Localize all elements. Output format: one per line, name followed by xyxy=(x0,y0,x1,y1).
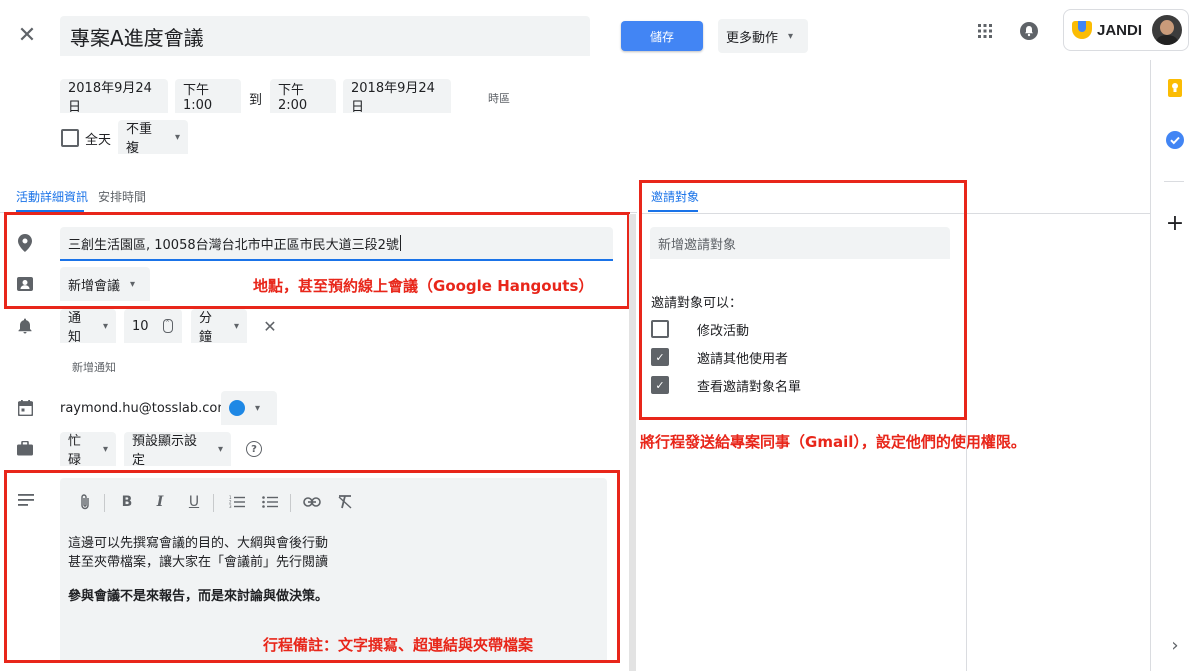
end-time-field[interactable]: 下午2:00 xyxy=(270,79,336,113)
chevron-right-icon[interactable]: › xyxy=(1164,634,1186,656)
calendar-color-dropdown[interactable] xyxy=(221,391,277,425)
avatar[interactable] xyxy=(1152,15,1183,45)
repeat-label: 不重複 xyxy=(126,122,153,156)
tasks-icon[interactable] xyxy=(1164,129,1186,151)
start-date-field[interactable]: 2018年9月24日 xyxy=(60,79,168,115)
guests-annotation-box xyxy=(639,180,967,420)
notification-unit-dropdown[interactable]: 分鐘 xyxy=(191,309,247,345)
notification-unit-label: 分鐘 xyxy=(199,311,213,345)
all-day-label: 全天 xyxy=(85,133,112,148)
notification-value-text: 10 xyxy=(132,318,149,334)
repeat-dropdown[interactable]: 不重複 xyxy=(118,120,188,156)
notification-type-dropdown[interactable]: 通知 xyxy=(60,309,116,345)
apps-grid-icon[interactable] xyxy=(974,20,996,42)
jandi-logo-icon xyxy=(1072,21,1092,39)
start-time-field[interactable]: 下午1:00 xyxy=(175,79,241,113)
end-date-field[interactable]: 2018年9月24日 xyxy=(343,79,451,115)
start-time-text: 下午1:00 xyxy=(183,83,213,113)
description-annotation-text: 行程備註：文字撰寫、超連結與夾帶檔案 xyxy=(263,636,534,654)
tab-event-details[interactable]: 活動詳細資訊 xyxy=(16,188,88,205)
all-day-checkbox[interactable] xyxy=(61,129,79,147)
briefcase-icon xyxy=(14,437,36,459)
busy-status-dropdown[interactable]: 忙碌 xyxy=(60,432,116,468)
account-chip[interactable]: JANDI xyxy=(1063,9,1189,51)
event-title-text: 專案A進度會議 xyxy=(70,25,204,50)
end-date-text: 2018年9月24日 xyxy=(351,81,435,115)
stepper-icon[interactable]: ⌃ xyxy=(162,319,173,333)
remove-notification-icon[interactable]: ✕ xyxy=(259,315,281,337)
help-icon[interactable]: ? xyxy=(243,438,265,460)
start-date-text: 2018年9月24日 xyxy=(68,81,152,115)
guests-panel-edge xyxy=(966,420,967,671)
notification-type-label: 通知 xyxy=(68,311,82,345)
guests-annotation-text: 將行程發送給專案同事（Gmail），設定他們的使用權限。 xyxy=(640,433,1026,451)
side-panel-divider xyxy=(1164,181,1184,182)
calendar-owner: raymond.hu@tosslab.com xyxy=(60,401,231,416)
calendar-icon xyxy=(14,397,36,419)
visibility-dropdown[interactable]: 預設顯示設定 xyxy=(124,432,231,468)
save-button[interactable]: 儲存 xyxy=(621,21,703,51)
end-time-text: 下午2:00 xyxy=(278,83,308,113)
notification-value-stepper[interactable]: 10 ⌃ xyxy=(124,309,182,343)
add-addon-icon[interactable]: + xyxy=(1164,211,1186,236)
event-title-input[interactable]: 專案A進度會議 xyxy=(60,16,590,56)
calendar-color-dot xyxy=(229,400,245,416)
bell-icon xyxy=(14,315,36,337)
busy-status-label: 忙碌 xyxy=(68,434,82,468)
tab-find-a-time[interactable]: 安排時間 xyxy=(98,188,146,205)
keep-icon[interactable] xyxy=(1164,77,1186,99)
add-notification-link[interactable]: 新增通知 xyxy=(72,359,116,375)
location-annotation-text: 地點，甚至預約線上會議（Google Hangouts） xyxy=(253,277,594,295)
notifications-bell-icon[interactable] xyxy=(1018,20,1040,42)
panel-scrollbar[interactable] xyxy=(629,214,636,671)
timezone-link[interactable]: 時區 xyxy=(488,90,510,106)
close-icon[interactable]: ✕ xyxy=(16,23,38,48)
more-actions-dropdown[interactable]: 更多動作 xyxy=(718,19,808,53)
side-panel-border xyxy=(1150,60,1151,671)
visibility-label: 預設顯示設定 xyxy=(132,434,198,468)
to-label: 到 xyxy=(249,93,263,108)
more-actions-label: 更多動作 xyxy=(726,30,779,46)
brand-name: JANDI xyxy=(1097,21,1143,39)
